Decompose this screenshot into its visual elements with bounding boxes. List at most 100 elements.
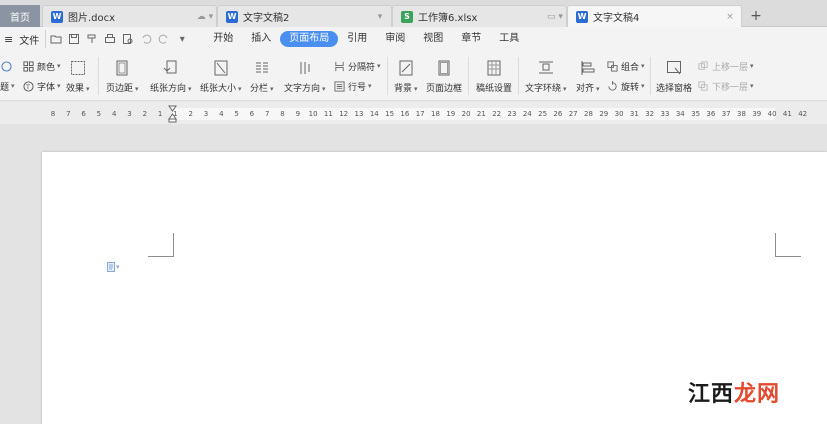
ruler-number: 26: [553, 110, 563, 118]
print-icon[interactable]: [102, 31, 118, 47]
effect-button[interactable]: 效果 ▾: [66, 59, 90, 94]
ruler-number: 3: [127, 110, 132, 118]
menu-tools[interactable]: 工具: [490, 31, 528, 47]
cloud-icon[interactable]: ☁ ▾: [194, 12, 216, 22]
comment-icon[interactable]: ▭ ▾: [544, 12, 566, 22]
ruler-number: 30: [614, 110, 624, 118]
ruler-number: 42: [798, 110, 808, 118]
horizontal-ruler[interactable]: 8 7 6 5 4 3 2 1 1 2 3 4 5 6 7 8 9 10 11 12 13 14 15 16 17 18 19 20 2…: [0, 102, 827, 124]
ruler-number: 36: [706, 110, 716, 118]
ruler-number: 5: [234, 110, 239, 118]
indent-marker-icon[interactable]: [168, 105, 177, 123]
tab-spreadsheet[interactable]: S 工作簿6.xlsx ▭ ▾: [392, 5, 567, 27]
ruler-number: 34: [675, 110, 685, 118]
menu-references[interactable]: 引用: [338, 31, 376, 47]
ruler-number: 13: [354, 110, 364, 118]
align-button[interactable]: 对齐 ▾: [576, 59, 600, 94]
columns-button[interactable]: 分栏 ▾: [250, 59, 274, 94]
margin-corner-top-left: [148, 233, 174, 257]
ruler-number: 28: [584, 110, 593, 118]
close-icon[interactable]: ×: [719, 12, 741, 22]
format-painter-icon[interactable]: [84, 31, 100, 47]
ruler-number: 3: [203, 110, 209, 118]
line-numbers-button[interactable]: 行号 ▾: [333, 79, 372, 93]
menu-view[interactable]: 视图: [414, 31, 452, 47]
tab-document-active[interactable]: W 文字文稿4 ×: [567, 5, 742, 27]
undo-icon[interactable]: [138, 31, 154, 47]
paper-size-button[interactable]: 纸张大小 ▾: [200, 59, 242, 94]
font-theme-icon: T: [22, 80, 34, 92]
tab-document[interactable]: W 图片.docx ☁ ▾: [42, 5, 217, 27]
ribbon-separator: [98, 57, 99, 95]
ruler-number: 22: [492, 110, 502, 118]
tab-home[interactable]: 首页: [0, 5, 40, 27]
open-folder-icon[interactable]: [48, 31, 64, 47]
menu-bar: ≡ 文件 ▾ 开始 插入 页面布局 引用 审阅 视图 章节 工具: [0, 27, 827, 51]
selection-pane-icon: [665, 59, 683, 77]
ribbon-separator: [387, 57, 388, 95]
ribbon-toolbar: 题 ▾ 颜色 ▾ T 字体 ▾ 效果 ▾ 页边距 ▾ 纸张方向 ▾ 纸张大小 ▾ 分栏 ▾ 文字方…: [0, 51, 827, 101]
text-wrap-button[interactable]: 文字环绕 ▾: [525, 59, 567, 94]
ruler-number: 9: [295, 110, 301, 118]
customize-toolbar-icon[interactable]: ▾: [174, 31, 190, 47]
breaks-button[interactable]: 分隔符 ▾: [333, 59, 381, 73]
menu-start[interactable]: 开始: [204, 31, 242, 47]
margins-button[interactable]: 页边距 ▾: [106, 59, 139, 94]
watermark-logo: 江西龙网: [688, 382, 781, 407]
tab-dropdown-icon[interactable]: ▾: [369, 12, 391, 22]
save-icon[interactable]: [66, 31, 82, 47]
tab-title: 文字文稿2: [243, 13, 290, 24]
ruler-number: 1: [157, 110, 163, 118]
ruler-number: 32: [645, 110, 655, 118]
page-background-icon: [397, 59, 415, 77]
group-button[interactable]: 组合 ▾: [606, 59, 645, 73]
menu-insert[interactable]: 插入: [242, 31, 280, 47]
ruler-number: 17: [415, 110, 425, 118]
menu-review[interactable]: 审阅: [376, 31, 414, 47]
new-tab-button[interactable]: +: [746, 5, 766, 27]
group-icon: [606, 60, 618, 72]
orientation-button[interactable]: 纸张方向 ▾: [150, 59, 192, 94]
ribbon-separator: [518, 57, 519, 95]
bring-forward-button[interactable]: 上移一层 ▾: [697, 59, 754, 73]
send-backward-button[interactable]: 下移一层 ▾: [697, 79, 754, 93]
color-palette-icon: [22, 60, 34, 72]
background-button[interactable]: 背景 ▾: [394, 59, 418, 94]
ruler-number: 19: [446, 110, 456, 118]
ruler-number: 8: [50, 110, 56, 118]
print-preview-icon[interactable]: [120, 31, 136, 47]
font-button[interactable]: T 字体 ▾: [22, 79, 61, 93]
menu-page-layout[interactable]: 页面布局: [280, 31, 339, 47]
spreadsheet-doc-icon: S: [401, 10, 413, 23]
text-direction-icon: [296, 59, 314, 77]
ruler-number: 20: [461, 110, 471, 118]
menu-section[interactable]: 章节: [452, 31, 490, 47]
file-menu-button[interactable]: ≡ 文件: [0, 30, 47, 48]
selection-pane-button[interactable]: 选择窗格: [656, 59, 692, 94]
color-button[interactable]: 颜色 ▾: [22, 59, 61, 73]
manuscript-settings-button[interactable]: 稿纸设置: [476, 59, 512, 94]
text-direction-button[interactable]: 文字方向 ▾: [284, 59, 326, 94]
text-wrap-icon: [537, 59, 555, 77]
writer-doc-icon: W: [226, 10, 238, 23]
send-backward-icon: [697, 80, 709, 92]
rotate-button[interactable]: 旋转 ▾: [606, 79, 645, 93]
tab-title: 工作簿6.xlsx: [418, 13, 478, 24]
breaks-icon: [333, 60, 345, 72]
tab-title: 图片.docx: [68, 13, 116, 24]
paragraph-options-icon[interactable]: ▾: [106, 262, 120, 272]
page-border-button[interactable]: 页面边框: [426, 59, 462, 94]
redo-icon[interactable]: [156, 31, 172, 47]
ruler-number: 27: [568, 110, 578, 118]
align-icon: [579, 59, 597, 77]
theme-button[interactable]: [0, 59, 15, 73]
ruler-number: 38: [737, 110, 746, 118]
ruler-number: 2: [142, 110, 148, 118]
ruler-number: 24: [522, 110, 532, 118]
ruler-number: 16: [400, 110, 410, 118]
paper-size-icon: [212, 59, 230, 77]
tab-document[interactable]: W 文字文稿2 ▾: [217, 5, 392, 27]
ruler-number: 7: [264, 110, 270, 118]
ruler-number: 15: [385, 110, 395, 118]
theme-icon: [0, 60, 12, 72]
